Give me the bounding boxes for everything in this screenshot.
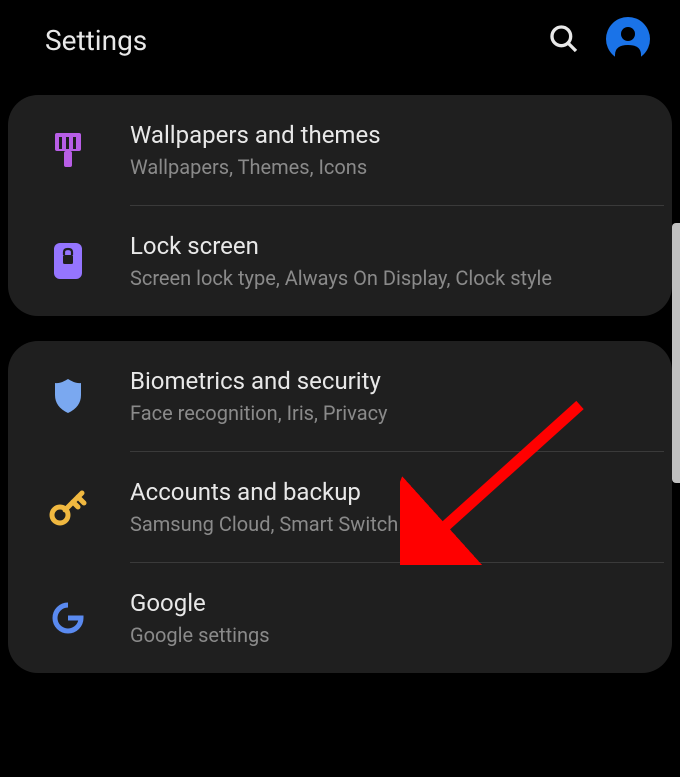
scrollbar[interactable]: [672, 223, 680, 483]
settings-item-accounts[interactable]: Accounts and backup Samsung Cloud, Smart…: [8, 452, 672, 562]
header-actions: [544, 17, 650, 64]
settings-group-1: Wallpapers and themes Wallpapers, Themes…: [8, 95, 672, 316]
settings-header: Settings: [0, 0, 680, 80]
search-icon: [548, 43, 580, 58]
profile-icon: [606, 49, 650, 64]
settings-group-2: Biometrics and security Face recognition…: [8, 341, 672, 673]
page-title: Settings: [45, 24, 147, 57]
item-subtitle: Samsung Cloud, Smart Switch: [130, 512, 652, 536]
lock-icon: [48, 241, 88, 281]
item-title: Biometrics and security: [130, 367, 652, 395]
item-subtitle: Wallpapers, Themes, Icons: [130, 155, 652, 179]
settings-item-wallpapers[interactable]: Wallpapers and themes Wallpapers, Themes…: [8, 95, 672, 205]
item-title: Wallpapers and themes: [130, 121, 652, 149]
item-title: Accounts and backup: [130, 478, 652, 506]
profile-button[interactable]: [606, 17, 650, 64]
brush-icon: [48, 130, 88, 170]
item-subtitle: Google settings: [130, 623, 652, 647]
settings-item-google[interactable]: Google Google settings: [8, 563, 672, 673]
item-title: Lock screen: [130, 232, 652, 260]
item-subtitle: Face recognition, Iris, Privacy: [130, 401, 652, 425]
google-icon: [48, 598, 88, 638]
item-subtitle: Screen lock type, Always On Display, Clo…: [130, 266, 652, 290]
search-button[interactable]: [544, 19, 584, 62]
key-icon: [48, 487, 88, 527]
settings-item-lockscreen[interactable]: Lock screen Screen lock type, Always On …: [8, 206, 672, 316]
item-title: Google: [130, 589, 652, 617]
settings-item-biometrics[interactable]: Biometrics and security Face recognition…: [8, 341, 672, 451]
shield-icon: [48, 376, 88, 416]
